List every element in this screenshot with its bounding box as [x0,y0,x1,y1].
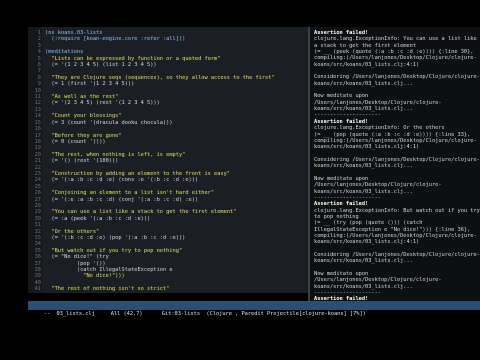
code-text: (meditations [45,49,84,56]
code-text: "Lists can be expressed by function or a… [45,55,221,62]
repl-output-line: Now meditate upon /Users/lanjones/Deskto… [314,175,442,195]
editor-lines: 1 (ns koans.03-lists 2 (:require [koan-eng… [30,30,308,293]
code-text: (ns koans.03-lists [45,30,103,36]
code-text: (= '() (rest '(100))) [45,158,119,165]
repl-output-line: clojure.lang.ExceptionInfo: You can use … [314,36,477,49]
repl-output-pane[interactable]: Assertion failed! clojure.lang.ExceptionI… [310,27,480,301]
code-text: (= '(:a :b :c :d :e) (cons :e '(:b :c :d… [45,177,199,184]
repl-lines: Assertion failed! clojure.lang.ExceptionI… [312,30,480,301]
repl-output-line: Considering /Users/lanjones/Desktop/Cloj… [314,156,480,170]
emacs-screen: 1 (ns koans.03-lists 2 (:require [koan-eng… [0,0,480,360]
code-text: "Before they are gone" [45,132,122,139]
code-text: "No dice!"))) [45,273,125,280]
code-text: (= :a (peek '(:a :b :c :d :e))) [45,215,151,222]
code-text: (= '(2 3 4 5) (rest '(1 2 3 4 5))) [45,100,160,107]
repl-output-line: Considering /Users/lanjones/Desktop/Cloj… [314,74,480,87]
repl-output-line: (= __ (try (pop (quote ())) (catch Illeg… [314,220,477,246]
code-text: (pop '()) [45,260,106,267]
code-text: (= 1 (first '(1 2 3 4 5))) [45,81,135,88]
code-text: (= '(1 2 3 4 5) (list 1 2 3 4 5)) [45,62,157,69]
code-text: "Or the others" [45,228,100,235]
status-text: -- 03_lists.clj All (42,7) Git:03-lists … [43,311,366,317]
code-text: "But watch out if you try to pop nothing… [45,247,183,254]
code-text: "Conjoining an element to a list isn't h… [45,190,215,197]
code-text: "You can use a list like a stack to get … [45,209,237,216]
code-text: "Construction by adding an element to th… [45,170,230,177]
repl-output-line: (= __ (peek (quote (:a :b :c :d :e)))) {… [314,49,477,68]
code-text: "As well as the rest" [45,94,119,101]
code-text: (:require [koan-engine.core :refer :all]… [45,36,186,43]
mode-line-status-bar: -- 03_lists.clj All (42,7) Git:03-lists … [28,301,480,317]
repl-output-line: Considering /Users/lanjones/Desktop/Cloj… [314,252,480,265]
code-text: "They are Clojure seqs (sequences), so t… [45,74,275,81]
code-text: "The rest of nothing isn't so strict" [45,286,170,293]
code-text: (= '(:b :c :d :e) (pop '(:a :b :c :d :e)… [45,235,186,241]
repl-output-line: clojure.lang.ExceptionInfo: But watch ou… [314,207,480,220]
code-text: "Count your blessings" [45,113,122,120]
code-text: (= '(:e :a :b :c :d) (conj '(:a :b :c :d… [45,196,199,203]
repl-output-line: Now meditate upon /Users/lanjones/Deskto… [314,93,442,113]
code-text: (= "No dice!" (try [45,254,109,261]
repl-output-line: (= __ (pop (quote (:a :b :c :d :e)))) {:… [314,131,477,151]
code-text: (= 0 (count '())) [45,138,106,145]
code-editor-pane[interactable]: 1 (ns koans.03-lists 2 (:require [koan-eng… [28,27,308,293]
code-text: (catch IllegalStateException e [45,267,173,274]
code-text: (= 3 (count '(dracula dooku chocula))) [45,119,173,126]
code-text: "The rest, when nothing is left, is empt… [45,151,186,158]
repl-output-line: Now meditate upon /Users/lanjones/Deskto… [314,271,442,290]
